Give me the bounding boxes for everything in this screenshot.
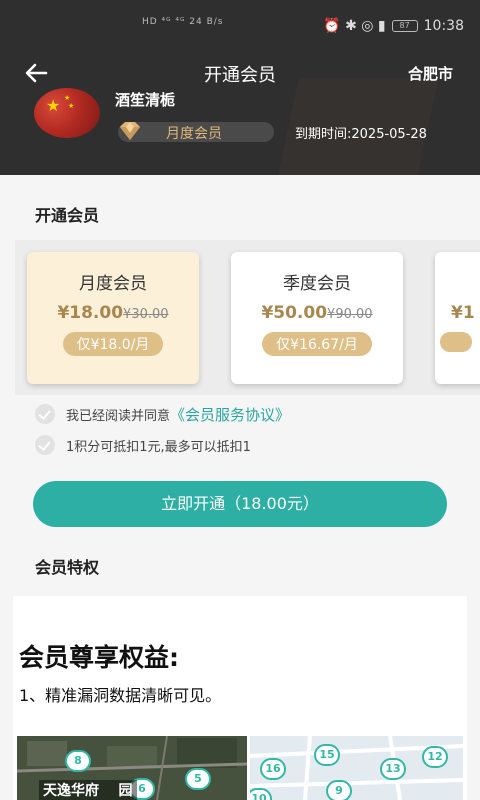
plan-price: ¥18.00¥30.00: [27, 303, 199, 323]
points-text: 1积分可抵扣1元,最多可以抵扣1: [66, 439, 251, 455]
check-icon: [35, 435, 55, 455]
status-right: ⏰ ✱ ◎ ▮ 87 10:38: [323, 18, 464, 34]
plan-price: ¥50.00¥90.00: [231, 303, 403, 323]
section-title-open: 开通会员: [35, 206, 100, 225]
username: 酒笙清栀: [115, 91, 176, 109]
points-checkbox[interactable]: 1积分可抵扣1元,最多可以抵扣1: [35, 434, 251, 456]
map-label-text: 天逸华府: [43, 783, 99, 799]
plan-per-month: [439, 332, 473, 352]
flag-star-icon: ★: [46, 96, 61, 115]
membership-badge: 月度会员: [118, 122, 274, 142]
flag-star-small-icon: ★: [64, 94, 71, 102]
plan-price-old: ¥90.00: [327, 307, 373, 322]
pay-button[interactable]: 立即开通（18.00元）: [33, 481, 447, 527]
plan-price-current: ¥18.00: [57, 303, 124, 323]
plan-name: 季度会员: [283, 274, 351, 294]
diamond-icon: [120, 122, 140, 140]
badge-label: 月度会员: [166, 126, 222, 142]
benefit-item: 1、精准漏洞数据清晰可见。: [19, 686, 222, 705]
status-bar: HD ⁴ᴳ ⁴ᴳ 24 B/s ⏰ ✱ ◎ ▮ 87 10:38: [0, 0, 480, 50]
city-selector[interactable]: 合肥市: [408, 63, 453, 84]
status-icons: ⏰ ✱ ◎ ▮: [323, 18, 386, 34]
section-title-privileges: 会员特权: [35, 558, 100, 577]
plan-card-monthly[interactable]: 月度会员 ¥18.00¥30.00 仅¥18.0/月: [27, 252, 199, 384]
clock: 10:38: [423, 18, 464, 34]
plan-list[interactable]: 月度会员 ¥18.00¥30.00 仅¥18.0/月 季度会员 ¥50.00¥9…: [15, 240, 480, 395]
map-label: 天逸华府 园: [39, 780, 137, 800]
agreement-link[interactable]: 《会员服务协议》: [170, 404, 290, 425]
map-pin: 15: [314, 744, 340, 766]
map-pin: 8: [65, 750, 91, 772]
plan-price-current: ¥1: [451, 303, 475, 323]
plan-price: ¥1: [435, 303, 480, 323]
check-icon: [35, 404, 55, 424]
agreement-text: 我已经阅读并同意: [66, 408, 171, 424]
plan-per-month: 仅¥18.0/月: [62, 332, 164, 356]
map-pin: 9: [326, 780, 352, 800]
plan-price-current: ¥50.00: [261, 303, 328, 323]
plan-name: 月度会员: [79, 274, 147, 294]
map-pin: 5: [185, 768, 211, 790]
benefit-heading: 会员尊享权益:: [19, 643, 179, 672]
plan-card-quarterly[interactable]: 季度会员 ¥50.00¥90.00 仅¥16.67/月: [231, 252, 403, 384]
network-status: HD ⁴ᴳ ⁴ᴳ 24 B/s: [142, 17, 224, 27]
agreement-checkbox[interactable]: 我已经阅读并同意 《会员服务协议》: [35, 403, 290, 425]
battery-icon: 87: [391, 20, 418, 32]
map-pin: 12: [422, 746, 448, 768]
plan-per-month: 仅¥16.67/月: [262, 332, 372, 356]
street-map-image: 15 16 13 12 9 10: [250, 736, 463, 800]
benefit-panel: 会员尊享权益: 1、精准漏洞数据清晰可见。 8 6 5 天逸华府 园 15 16…: [13, 596, 467, 800]
map-pin: 13: [380, 758, 406, 780]
plan-price-old: ¥30.00: [123, 307, 169, 322]
avatar[interactable]: ★ ★ ★: [34, 88, 100, 138]
flag-star-small-icon: ★: [68, 102, 75, 110]
expire-date: 到期时间:2025-05-28: [295, 127, 427, 142]
map-pin: 16: [260, 758, 286, 780]
map-label-tail: 园: [118, 783, 133, 799]
plan-card-yearly[interactable]: 年 ¥1: [435, 252, 480, 384]
header: HD ⁴ᴳ ⁴ᴳ 24 B/s ⏰ ✱ ◎ ▮ 87 10:38 开通会员 合肥…: [0, 0, 480, 175]
satellite-map-image: 8 6 5 天逸华府 园: [17, 736, 247, 800]
